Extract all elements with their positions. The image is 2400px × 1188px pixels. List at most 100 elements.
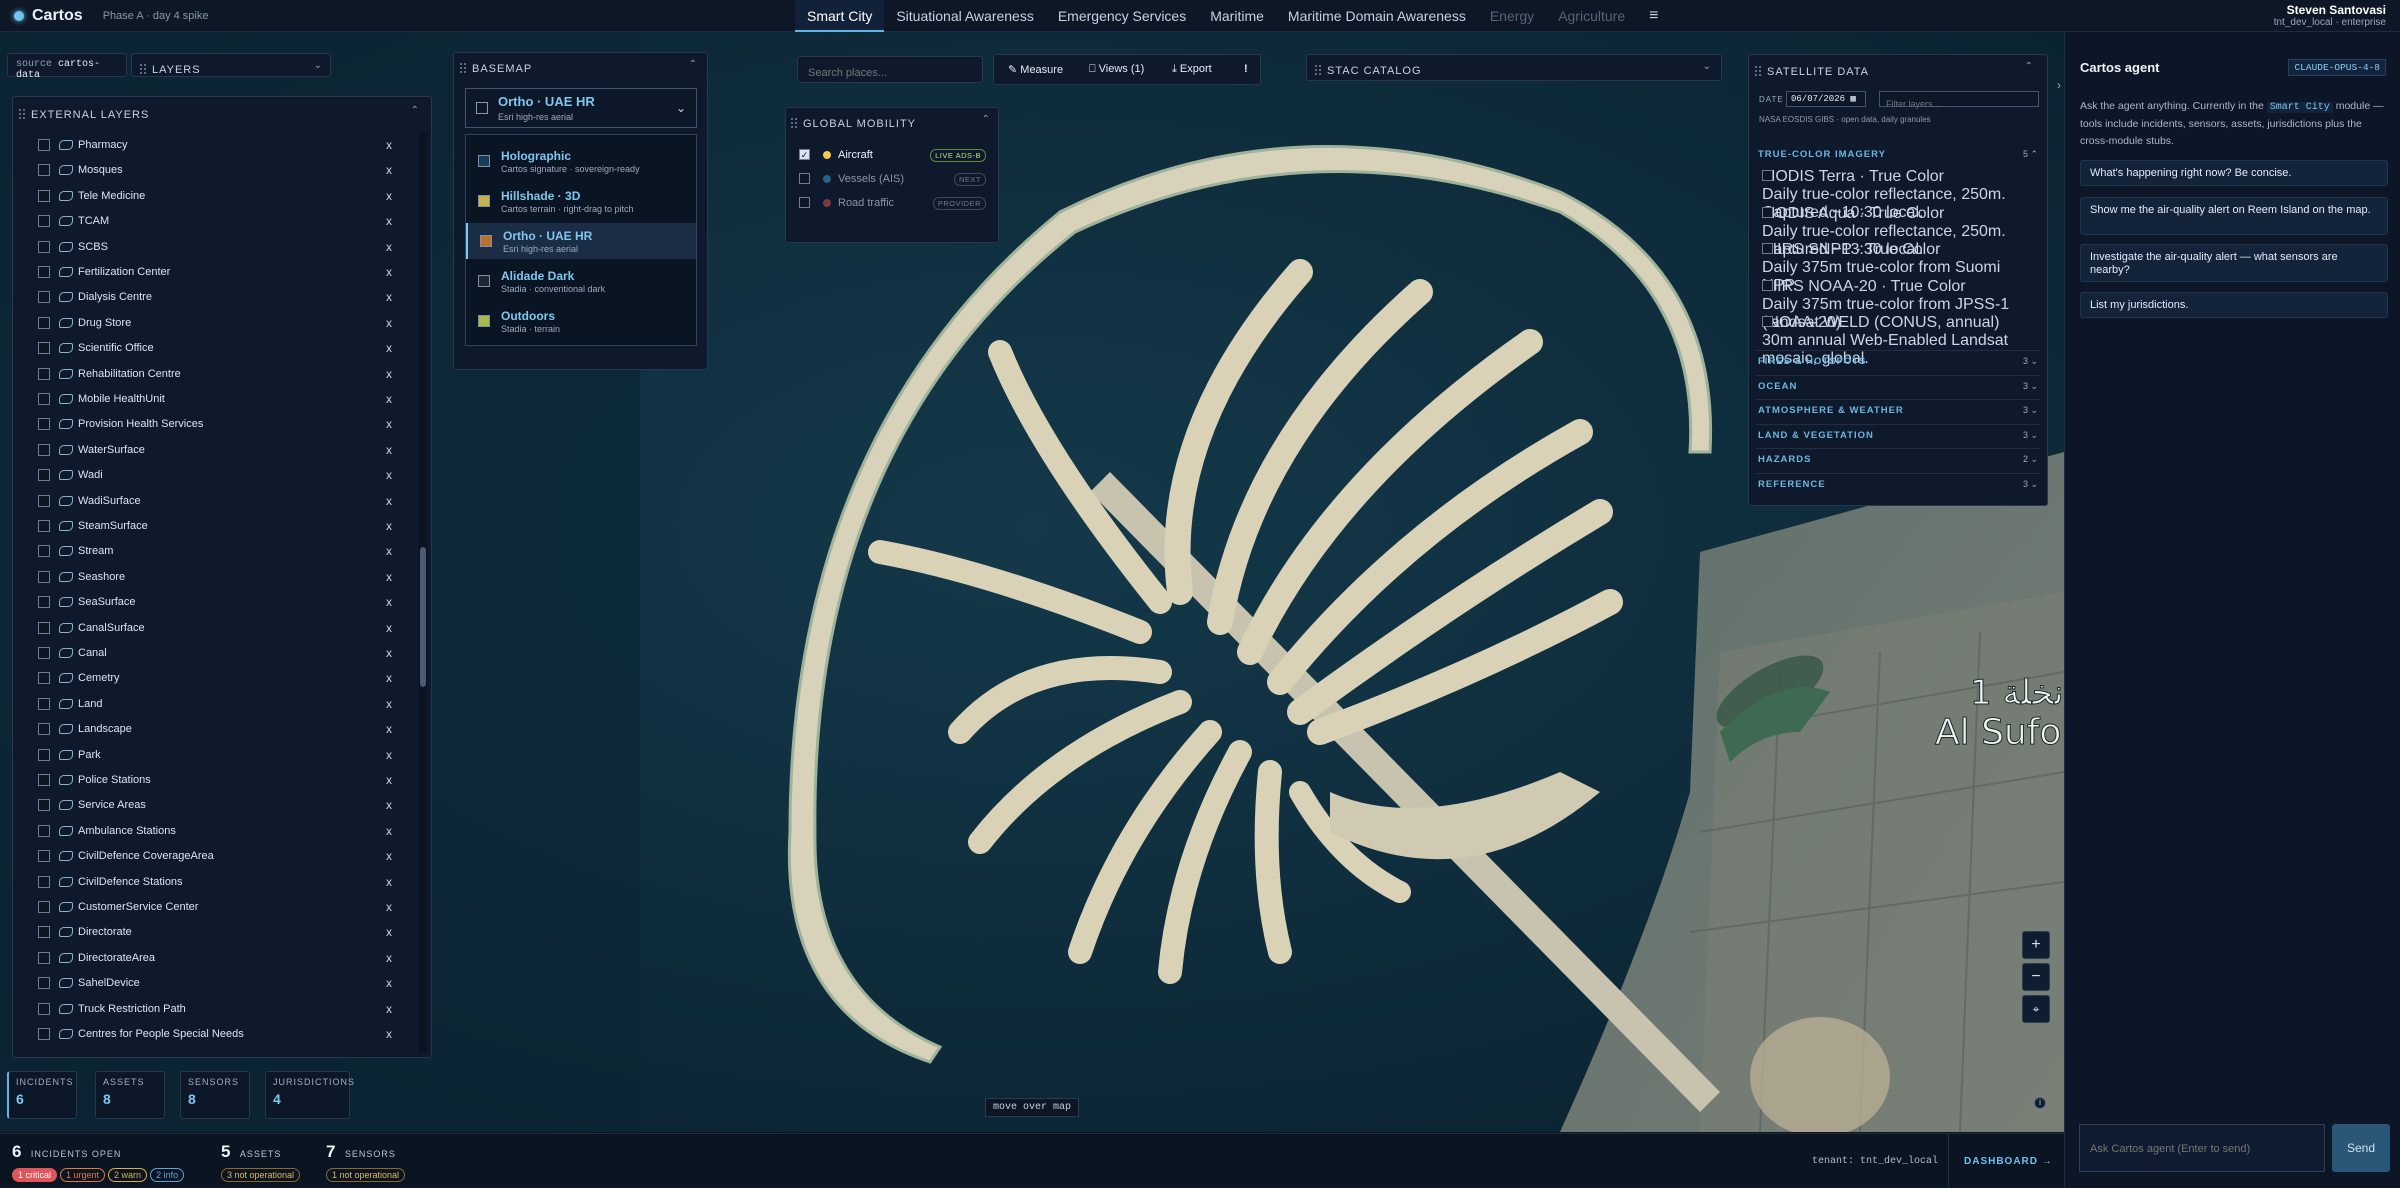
- satellite-layer-row[interactable]: VIIRS SNPP · True Color Daily 375m true-c…: [1762, 241, 2032, 294]
- remove-layer-icon[interactable]: x: [386, 163, 392, 177]
- remove-layer-icon[interactable]: x: [386, 570, 392, 584]
- layer-checkbox[interactable]: [38, 901, 50, 913]
- remove-layer-icon[interactable]: x: [386, 138, 392, 152]
- category-true-color[interactable]: TRUE-COLOR IMAGERY 5 ⌃: [1756, 144, 2040, 164]
- satellite-layer-checkbox[interactable]: [1762, 316, 1773, 327]
- layer-checkbox[interactable]: [38, 824, 50, 837]
- layer-checkbox[interactable]: [38, 672, 50, 685]
- layer-checkbox[interactable]: [38, 570, 50, 583]
- satellite-layer-checkbox[interactable]: [1762, 279, 1773, 291]
- remove-layer-icon[interactable]: x: [386, 849, 392, 863]
- agent-example-prompt[interactable]: Show me the air-quality alert on Reem Is…: [2080, 197, 2388, 235]
- layer-row[interactable]: Tele Medicine x: [13, 184, 413, 209]
- satellite-layer-checkbox[interactable]: [1762, 243, 1773, 254]
- satellite-layer-row[interactable]: Landsat WELD (CONUS, annual) 30m annual W…: [1762, 314, 2032, 367]
- basemap-option-alidade-dark[interactable]: Alidade Dark Stadia · conventional dark: [466, 263, 696, 299]
- export-button[interactable]: ⤓ Export: [1172, 63, 1212, 76]
- stat-assets[interactable]: ASSETS 8: [95, 1071, 165, 1119]
- filter-layers-box[interactable]: [1879, 91, 2039, 109]
- satellite-layer-row[interactable]: MODIS Aqua · True Color Daily true-color …: [1762, 205, 2032, 258]
- satellite-layer-row[interactable]: VIIRS NOAA-20 · True Color Daily 375m tru…: [1762, 278, 2032, 331]
- agent-input[interactable]: [2090, 1143, 2310, 1155]
- agent-example-prompt[interactable]: Investigate the air-quality alert — what…: [2080, 244, 2388, 282]
- remove-layer-icon[interactable]: x: [386, 1027, 392, 1041]
- layer-row[interactable]: Ambulance Stations x: [13, 819, 413, 844]
- remove-layer-icon[interactable]: x: [386, 621, 392, 635]
- layer-row[interactable]: CustomerService Center x: [13, 895, 413, 920]
- layer-row[interactable]: SeaSurface x: [13, 590, 413, 615]
- remove-layer-icon[interactable]: x: [386, 798, 392, 812]
- user-menu[interactable]: Steven Santovasi tnt_dev_local · enterpr…: [2274, 3, 2386, 28]
- filter-layers-input[interactable]: [1886, 99, 2031, 109]
- sensors-summary[interactable]: 7 SENSORS 1 not operational: [326, 1142, 408, 1183]
- layer-row[interactable]: Seashore x: [13, 565, 413, 590]
- agent-example-prompt[interactable]: List my jurisdictions.: [2080, 292, 2388, 318]
- stat-jurisdictions[interactable]: JURISDICTIONS 4: [265, 1071, 354, 1119]
- layer-row[interactable]: WaterSurface x: [13, 438, 413, 463]
- layer-row[interactable]: Centres for People Special Needs x: [13, 1022, 413, 1047]
- remove-layer-icon[interactable]: x: [386, 1002, 392, 1016]
- agent-input-box[interactable]: [2079, 1124, 2325, 1172]
- collapse-panel-icon[interactable]: ›: [2057, 78, 2061, 92]
- scrollbar-thumb[interactable]: [420, 547, 426, 687]
- remove-layer-icon[interactable]: x: [386, 214, 392, 228]
- layer-row[interactable]: Mobile HealthUnit x: [13, 387, 413, 412]
- layer-checkbox[interactable]: [38, 1028, 50, 1040]
- mobility-row-vessels-ais-[interactable]: Vessels (AIS) NEXT: [786, 170, 1000, 190]
- remove-layer-icon[interactable]: x: [386, 341, 392, 355]
- tab-emergency-services[interactable]: Emergency Services: [1046, 0, 1198, 32]
- remove-layer-icon[interactable]: x: [386, 722, 392, 736]
- layer-checkbox[interactable]: [38, 164, 50, 177]
- layer-row[interactable]: Truck Restriction Path x: [13, 997, 413, 1022]
- source-selector[interactable]: source cartos-data: [7, 53, 127, 81]
- satellite-layer-row[interactable]: MODIS Terra · True Color Daily true-color…: [1762, 168, 2032, 221]
- layer-checkbox[interactable]: [38, 545, 50, 558]
- search-box[interactable]: [797, 56, 983, 83]
- layer-checkbox[interactable]: [38, 697, 50, 710]
- stat-incidents[interactable]: INCIDENTS 6: [7, 1071, 77, 1119]
- search-input[interactable]: [808, 67, 968, 79]
- layer-checkbox[interactable]: [38, 393, 50, 405]
- remove-layer-icon[interactable]: x: [386, 925, 392, 939]
- layer-checkbox[interactable]: [38, 850, 50, 863]
- layer-checkbox[interactable]: [38, 291, 50, 304]
- satellite-layer-checkbox[interactable]: [1762, 206, 1773, 218]
- remove-layer-icon[interactable]: x: [386, 544, 392, 558]
- category-land-vegetation[interactable]: LAND & VEGETATION 3 ⌄: [1756, 423, 2040, 444]
- layer-row[interactable]: Police Stations x: [13, 768, 413, 793]
- basemap-selector[interactable]: Ortho · UAE HR Esri high-res aerial ⌄: [465, 88, 697, 128]
- layer-checkbox[interactable]: [38, 189, 50, 202]
- remove-layer-icon[interactable]: x: [386, 875, 392, 889]
- satellite-layer-checkbox[interactable]: [1762, 170, 1773, 181]
- category-fires-hotspots[interactable]: FIRES & HOTSPOTS 3 ⌄: [1756, 350, 2040, 370]
- layer-checkbox[interactable]: [38, 266, 50, 278]
- category-ocean[interactable]: OCEAN 3 ⌄: [1756, 374, 2040, 395]
- layer-row[interactable]: CivilDefence CoverageArea x: [13, 844, 413, 869]
- mobility-row-aircraft[interactable]: ✓ Aircraft LIVE ADS-B: [786, 146, 1000, 166]
- layer-checkbox[interactable]: [38, 316, 50, 329]
- layer-row[interactable]: Pharmacy x: [13, 133, 413, 158]
- dashboard-link[interactable]: DASHBOARD →: [1964, 1156, 2053, 1167]
- hamburger-icon[interactable]: ≡: [1637, 0, 1670, 32]
- remove-layer-icon[interactable]: x: [386, 240, 392, 254]
- layers-dropdown[interactable]: LAYERS ⌄: [131, 53, 331, 77]
- category-hazards[interactable]: HAZARDS 2 ⌄: [1756, 448, 2040, 468]
- satellite-header[interactable]: SATELLITE DATA: [1755, 62, 1869, 80]
- layer-checkbox[interactable]: [38, 951, 50, 964]
- remove-layer-icon[interactable]: x: [386, 646, 392, 660]
- layer-checkbox[interactable]: [38, 240, 50, 253]
- zoom-in-button[interactable]: +: [2022, 931, 2050, 959]
- scrollbar-track[interactable]: [419, 133, 427, 1053]
- brand[interactable]: Cartos Phase A · day 4 spike: [14, 7, 208, 25]
- layer-checkbox[interactable]: [38, 774, 50, 786]
- remove-layer-icon[interactable]: x: [386, 773, 392, 787]
- layer-checkbox[interactable]: [38, 647, 50, 659]
- remove-layer-icon[interactable]: x: [386, 519, 392, 533]
- layer-row[interactable]: CanalSurface x: [13, 616, 413, 641]
- remove-layer-icon[interactable]: x: [386, 189, 392, 203]
- mobility-checkbox[interactable]: [799, 173, 810, 184]
- agent-example-prompt[interactable]: What's happening right now? Be concise.: [2080, 160, 2388, 186]
- layer-row[interactable]: Drug Store x: [13, 311, 413, 336]
- layer-row[interactable]: Canal x: [13, 641, 413, 666]
- basemap-option-holographic[interactable]: Holographic Cartos signature · sovereign-…: [466, 143, 696, 179]
